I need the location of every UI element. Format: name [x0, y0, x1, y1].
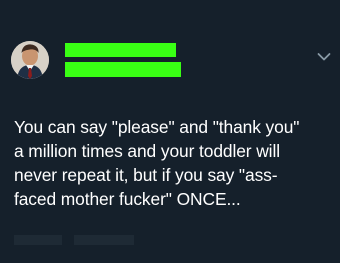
tweet-header: [0, 0, 340, 100]
chevron-down-icon[interactable]: [317, 52, 331, 62]
author-handle-redaction: [65, 62, 181, 77]
tweet-body: You can say "please" and "thank you" a m…: [14, 117, 300, 209]
profile-avatar[interactable]: [11, 41, 49, 79]
profile-photo-icon: [11, 41, 49, 79]
tweet-meta-faint: [14, 235, 134, 245]
author-name-redaction: [65, 43, 176, 57]
